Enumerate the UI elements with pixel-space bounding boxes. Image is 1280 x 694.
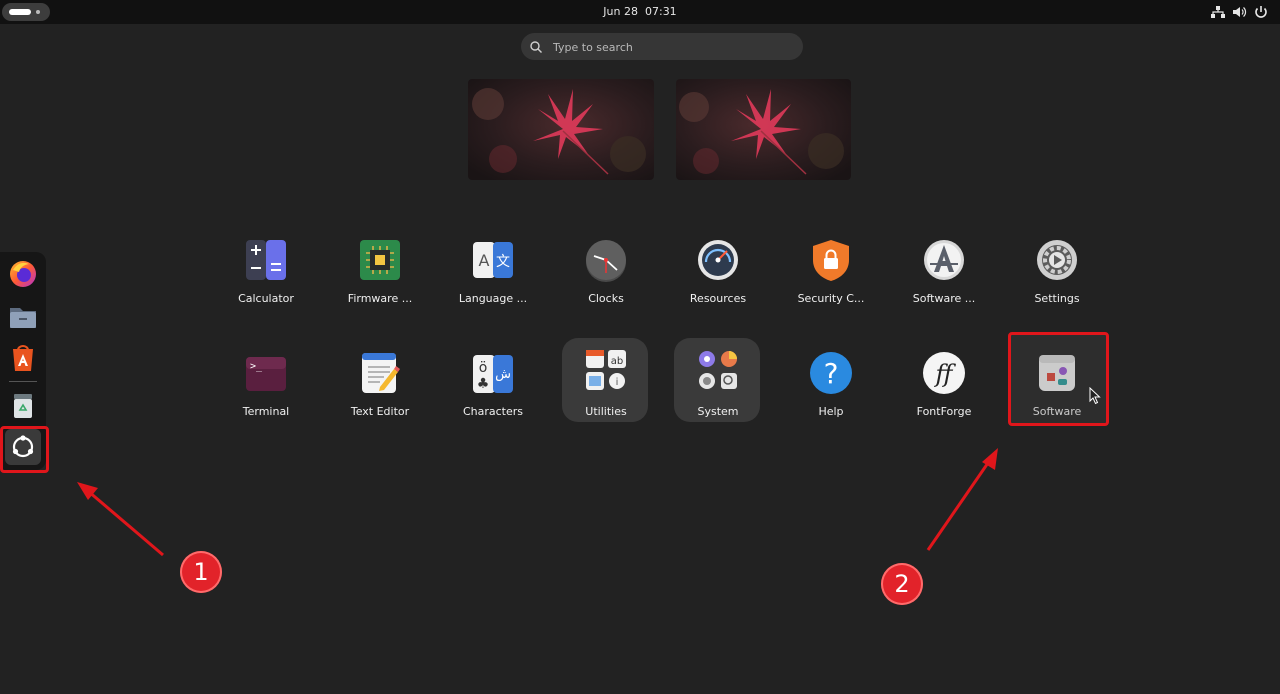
annotation-badge-2: 2 [881,563,923,605]
annotation-badge-1: 1 [180,551,222,593]
